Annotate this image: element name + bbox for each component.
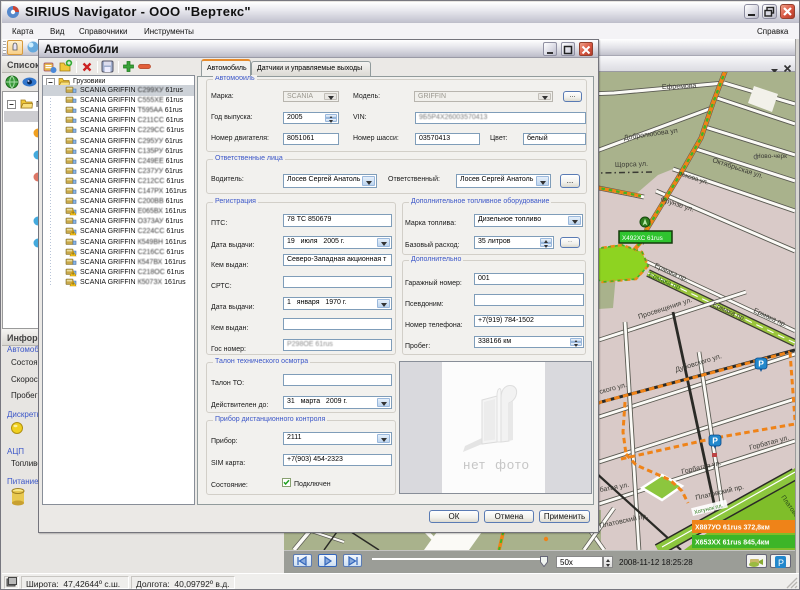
svg-text:Щорса ул.: Щорса ул. xyxy=(615,161,648,169)
svg-text:Ново-черк: Ново-черк xyxy=(756,153,787,160)
svg-text:Х653ХХ 61rus 845,4км: Х653ХХ 61rus 845,4км xyxy=(695,540,769,547)
svg-text:P: P xyxy=(758,359,764,369)
svg-text:P: P xyxy=(778,558,784,568)
svg-text:P: P xyxy=(712,436,718,446)
svg-text:Ефремова: Ефремова xyxy=(662,83,697,91)
svg-text:Х492ХС 61rus: Х492ХС 61rus xyxy=(622,235,663,242)
svg-text:Х887УО 61rus 372,8км: Х887УО 61rus 372,8км xyxy=(695,525,770,532)
